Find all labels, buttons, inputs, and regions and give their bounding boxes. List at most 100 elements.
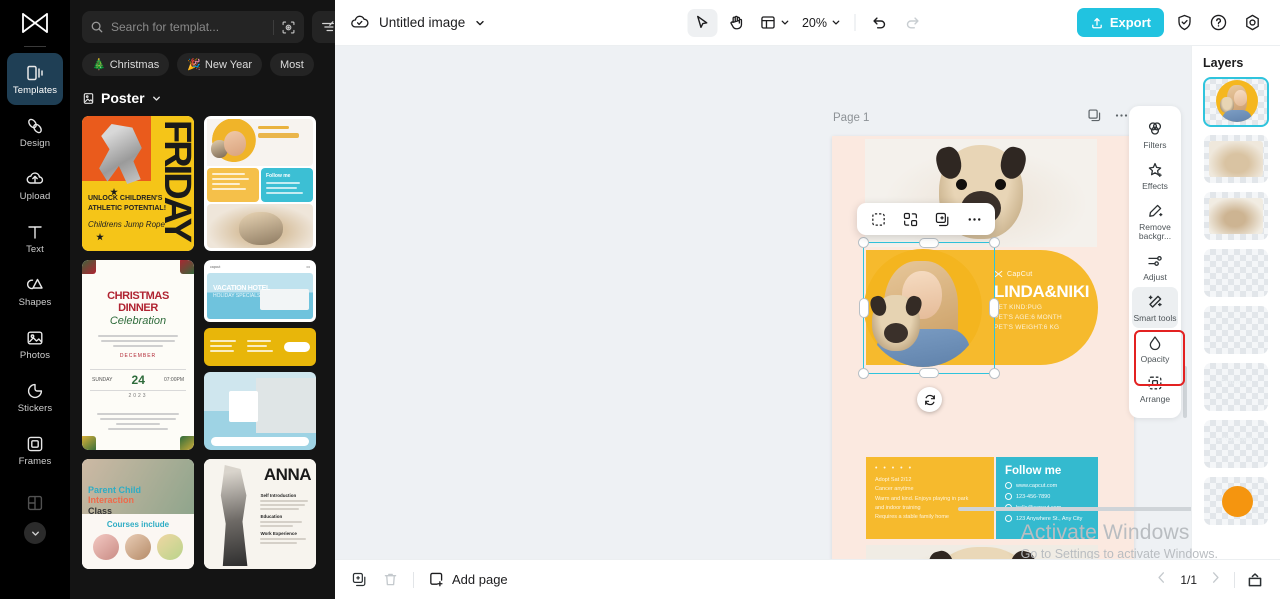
chip-most[interactable]: Most: [270, 53, 314, 76]
pug-photo: [926, 547, 1038, 559]
settings-button[interactable]: [1238, 9, 1266, 37]
tool-remove-background[interactable]: Remove backgr...: [1132, 196, 1178, 247]
template-card-friday[interactable]: FRIDAY UNLOCK CHILDREN'S ATHLETIC POTENT…: [82, 116, 194, 251]
editor-main: Untitled image 20% Export Page 1 CapCut …: [335, 0, 1280, 599]
chip-new-year[interactable]: 🎉 New Year: [177, 53, 263, 76]
more-horizontal-icon[interactable]: [1114, 108, 1129, 128]
template-card-christmas-dinner[interactable]: CHRISTMAS DINNER Celebration DECEMBER SU…: [82, 260, 194, 450]
bottom-photo[interactable]: [866, 545, 1098, 559]
pug-in-arms: [868, 294, 924, 351]
teal-contact-card[interactable]: Follow me www.capcut.com 123-456-7890 he…: [996, 457, 1098, 539]
next-page-button[interactable]: [1208, 570, 1223, 590]
christmas-weekday: SUNDAY: [92, 377, 113, 383]
adjust-icon: [1146, 252, 1164, 270]
layer-text-2[interactable]: LINDA&NIKI: [1204, 420, 1268, 468]
chip-label: Christmas: [109, 58, 160, 71]
tool-filters[interactable]: Filters: [1132, 114, 1178, 155]
export-button[interactable]: Export: [1076, 8, 1164, 37]
export-icon: [1091, 17, 1102, 28]
filter-button[interactable]: [312, 11, 335, 43]
sidebar-item-shapes[interactable]: Shapes: [7, 265, 63, 317]
layer-empty-1[interactable]: [1204, 249, 1268, 297]
sidebar-item-design[interactable]: Design: [7, 106, 63, 158]
sidebar-item-label: Photos: [19, 349, 51, 361]
replace-icon[interactable]: [894, 204, 926, 234]
search-input[interactable]: [111, 20, 266, 34]
layer-orange-shape[interactable]: [1204, 477, 1268, 525]
help-button[interactable]: [1204, 9, 1232, 37]
sidebar-item-grid[interactable]: [7, 477, 63, 529]
duplicate-icon[interactable]: [926, 204, 958, 234]
templates-panel: 🎄 Christmas 🎉 New Year Most Poster: [70, 0, 335, 599]
templates-icon: [25, 63, 45, 83]
document-title-group[interactable]: Untitled image: [349, 12, 486, 33]
christmas-time: 07:00PM: [163, 377, 184, 383]
sidebar-item-upload[interactable]: Upload: [7, 159, 63, 211]
prev-page-button[interactable]: [1154, 570, 1169, 590]
layout-tool-button[interactable]: [755, 9, 794, 37]
chevron-down-icon: [781, 20, 788, 25]
detail-line: PET'S AGE:6 MONTH: [994, 314, 1062, 322]
category-label: Poster: [101, 90, 145, 106]
capcut-logo-icon[interactable]: [15, 6, 55, 40]
sidebar-item-frames[interactable]: Frames: [7, 424, 63, 476]
sidebar-item-photos[interactable]: Photos: [7, 318, 63, 370]
hand-tool-button[interactable]: [721, 9, 751, 37]
title-line-b: Interaction: [88, 495, 135, 506]
toolbar-divider: [413, 571, 414, 588]
layer-text-label: Follow me: [1220, 380, 1252, 386]
shield-check-button[interactable]: [1170, 9, 1198, 37]
layer-empty-2[interactable]: [1204, 306, 1268, 354]
top-toolbar: Untitled image 20% Export: [335, 0, 1280, 46]
tool-adjust[interactable]: Adjust: [1132, 246, 1178, 287]
duplicate-page-button[interactable]: [351, 571, 368, 588]
sidebar-item-text[interactable]: Text: [7, 212, 63, 264]
avatar-photo[interactable]: [864, 249, 982, 367]
hotel-topbar: capcut •••: [210, 265, 310, 269]
courses-label: Courses include: [82, 520, 194, 529]
image-search-icon[interactable]: [281, 20, 296, 35]
add-page-icon: [430, 572, 443, 587]
redo-button[interactable]: [898, 9, 928, 37]
undo-icon: [873, 17, 886, 29]
sidebar-item-stickers[interactable]: Stickers: [7, 371, 63, 423]
layer-girl-pug-circle[interactable]: [1203, 77, 1269, 127]
course-thumbs: [82, 534, 194, 560]
layers-title: Layers: [1203, 56, 1244, 70]
layer-text-1[interactable]: Follow me: [1204, 363, 1268, 411]
search-box[interactable]: [82, 11, 304, 43]
orange-text-card[interactable]: • • • • • Adopt Sat 2/12 Cancer anytime …: [866, 457, 994, 539]
rail-divider: [24, 46, 46, 47]
poster-canvas[interactable]: CapCut LINDA&NIKI PET KIND:PUG PET'S AGE…: [832, 136, 1134, 559]
yellow-info-card[interactable]: CapCut LINDA&NIKI PET KIND:PUG PET'S AGE…: [864, 249, 1098, 367]
zoom-control[interactable]: 20%: [798, 9, 845, 37]
template-card-anna[interactable]: ANNA Self Introduction Education Work Ex…: [204, 459, 316, 569]
template-card-parent-child[interactable]: Parent Child Interaction Class Courses i…: [82, 459, 194, 569]
layer-pug-photo-2[interactable]: [1204, 192, 1268, 240]
chip-christmas[interactable]: 🎄 Christmas: [82, 53, 170, 76]
present-button[interactable]: [1246, 571, 1264, 589]
duplicate-page-icon[interactable]: [1087, 108, 1102, 128]
template-card-vacation-hotel[interactable]: capcut ••• VACATION HOTEL HOLIDAY SPECIAL…: [204, 260, 316, 450]
delete-page-button[interactable]: [382, 571, 399, 588]
rotate-handle[interactable]: [917, 387, 942, 412]
search-divider: [273, 19, 274, 35]
tool-effects[interactable]: Effects: [1132, 155, 1178, 196]
christmas-subtitle: Celebration: [109, 315, 167, 327]
crop-icon[interactable]: [862, 204, 894, 234]
horizontal-scrollbar[interactable]: [670, 507, 1280, 511]
more-horizontal-icon[interactable]: [958, 204, 990, 234]
select-tool-button[interactable]: [686, 8, 717, 37]
category-chips: 🎄 Christmas 🎉 New Year Most: [70, 43, 335, 76]
hotel-yellow-band: [204, 328, 316, 366]
category-selector[interactable]: Poster: [70, 76, 335, 106]
layer-pug-photo-1[interactable]: [1204, 135, 1268, 183]
add-page-button[interactable]: Add page: [428, 571, 508, 588]
undo-button[interactable]: [864, 9, 894, 37]
chevron-down-icon[interactable]: [474, 17, 486, 29]
canvas-viewport[interactable]: Page 1 CapCut LINDA&NIKI PET KIND:PUG PE…: [335, 46, 1280, 559]
template-card-linda-niki[interactable]: Follow me: [204, 116, 316, 251]
sidebar-item-templates[interactable]: Templates: [7, 53, 63, 105]
tool-smart-tools[interactable]: Smart tools: [1132, 286, 1178, 328]
pug-left-card: [207, 168, 259, 202]
